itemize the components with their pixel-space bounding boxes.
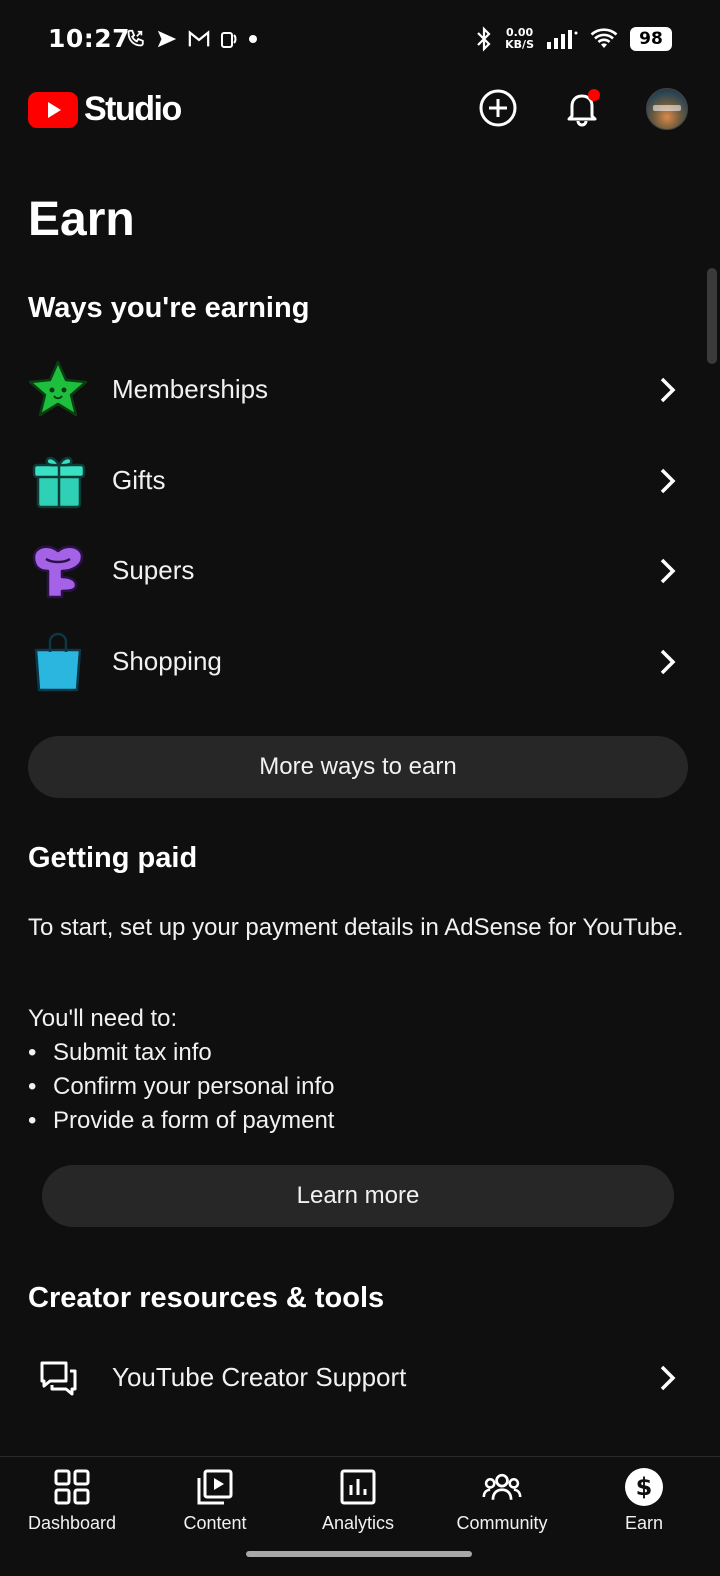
avatar[interactable] [646,88,688,130]
content-icon [197,1469,233,1505]
community-icon [482,1473,522,1500]
list-item-shopping[interactable]: Shopping [0,617,720,707]
requirements-list: Submit tax info Confirm your personal in… [28,1036,334,1138]
analytics-icon [340,1469,376,1505]
list-item-label: Gifts [112,465,166,495]
chevron-right-icon [660,468,676,494]
list-item-label: Supers [112,555,195,585]
youtube-logo-icon [28,91,78,128]
need-to-label: You'll need to: [28,1005,178,1032]
phone-icon [127,29,144,47]
creator-resources-title: Creator resources & tools [28,1282,385,1314]
signal-icon [547,30,578,49]
star-icon [28,360,88,417]
nav-dashboard[interactable]: Dashboard [0,1457,144,1547]
nav-content[interactable]: Content [143,1457,287,1547]
chat-icon [40,1361,77,1396]
status-notification-icons [124,28,258,50]
list-item-label: Memberships [112,374,269,404]
status-bar: 10:27 0.00 KB/S 98 [0,0,720,80]
list-item-label: Shopping [112,646,222,676]
dot-icon [249,35,257,43]
list-item-supers[interactable]: Supers [0,526,720,616]
getting-paid-title: Getting paid [28,842,198,874]
requirement-item: Confirm your personal info [28,1070,334,1104]
shopping-bag-icon [34,632,82,692]
chevron-right-icon [660,558,676,584]
nav-label: Earn [624,1513,664,1533]
battery-indicator: 98 [630,27,672,51]
getting-paid-intro: To start, set up your payment details in… [28,914,684,941]
svg-text:$: $ [636,1473,653,1501]
nav-label: Content [183,1513,247,1533]
chevron-right-icon [660,377,676,403]
nav-earn[interactable]: $ Earn [572,1457,716,1547]
page-title: Earn [28,193,135,246]
nav-label: Community [456,1513,548,1533]
logo-text: Studio [84,90,182,128]
status-time: 10:27 [48,24,131,53]
status-system-icons: 0.00 KB/S 98 [475,26,672,52]
nav-label: Analytics [321,1513,395,1533]
bottom-navigation: Dashboard Content Analytics Community $ … [0,1456,720,1576]
more-ways-to-earn-button[interactable]: More ways to earn [28,736,688,798]
gmail-icon [188,30,210,47]
dashboard-icon [54,1469,90,1505]
nfc-icon [221,32,237,48]
ways-section-title: Ways you're earning [28,292,310,324]
nav-label: Dashboard [27,1513,117,1533]
list-item-memberships[interactable]: Memberships [0,345,720,435]
notifications-button[interactable] [560,86,604,130]
chevron-right-icon [660,649,676,675]
list-item-creator-support[interactable]: YouTube Creator Support [0,1333,720,1423]
requirement-item: Provide a form of payment [28,1104,334,1138]
gift-icon [32,456,86,509]
bluetooth-icon [477,26,491,52]
wifi-icon [590,28,618,48]
bell-icon [567,89,600,127]
add-circle-icon [479,89,517,127]
chevron-right-icon [660,1365,676,1391]
network-speed: 0.00 KB/S [505,26,534,51]
create-button[interactable] [476,86,520,130]
nav-analytics[interactable]: Analytics [286,1457,430,1547]
requirement-item: Submit tax info [28,1036,334,1070]
learn-more-button[interactable]: Learn more [42,1165,674,1227]
scroll-indicator[interactable] [707,268,717,364]
supers-icon [32,545,84,599]
nav-community[interactable]: Community [430,1457,574,1547]
earn-icon: $ [625,1468,663,1506]
youtube-studio-logo[interactable]: Studio [28,90,182,129]
list-item-label: YouTube Creator Support [112,1362,407,1392]
app-bar: Studio [0,80,720,140]
home-gesture-bar[interactable] [246,1551,472,1557]
send-icon [157,30,177,48]
list-item-gifts[interactable]: Gifts [0,436,720,526]
